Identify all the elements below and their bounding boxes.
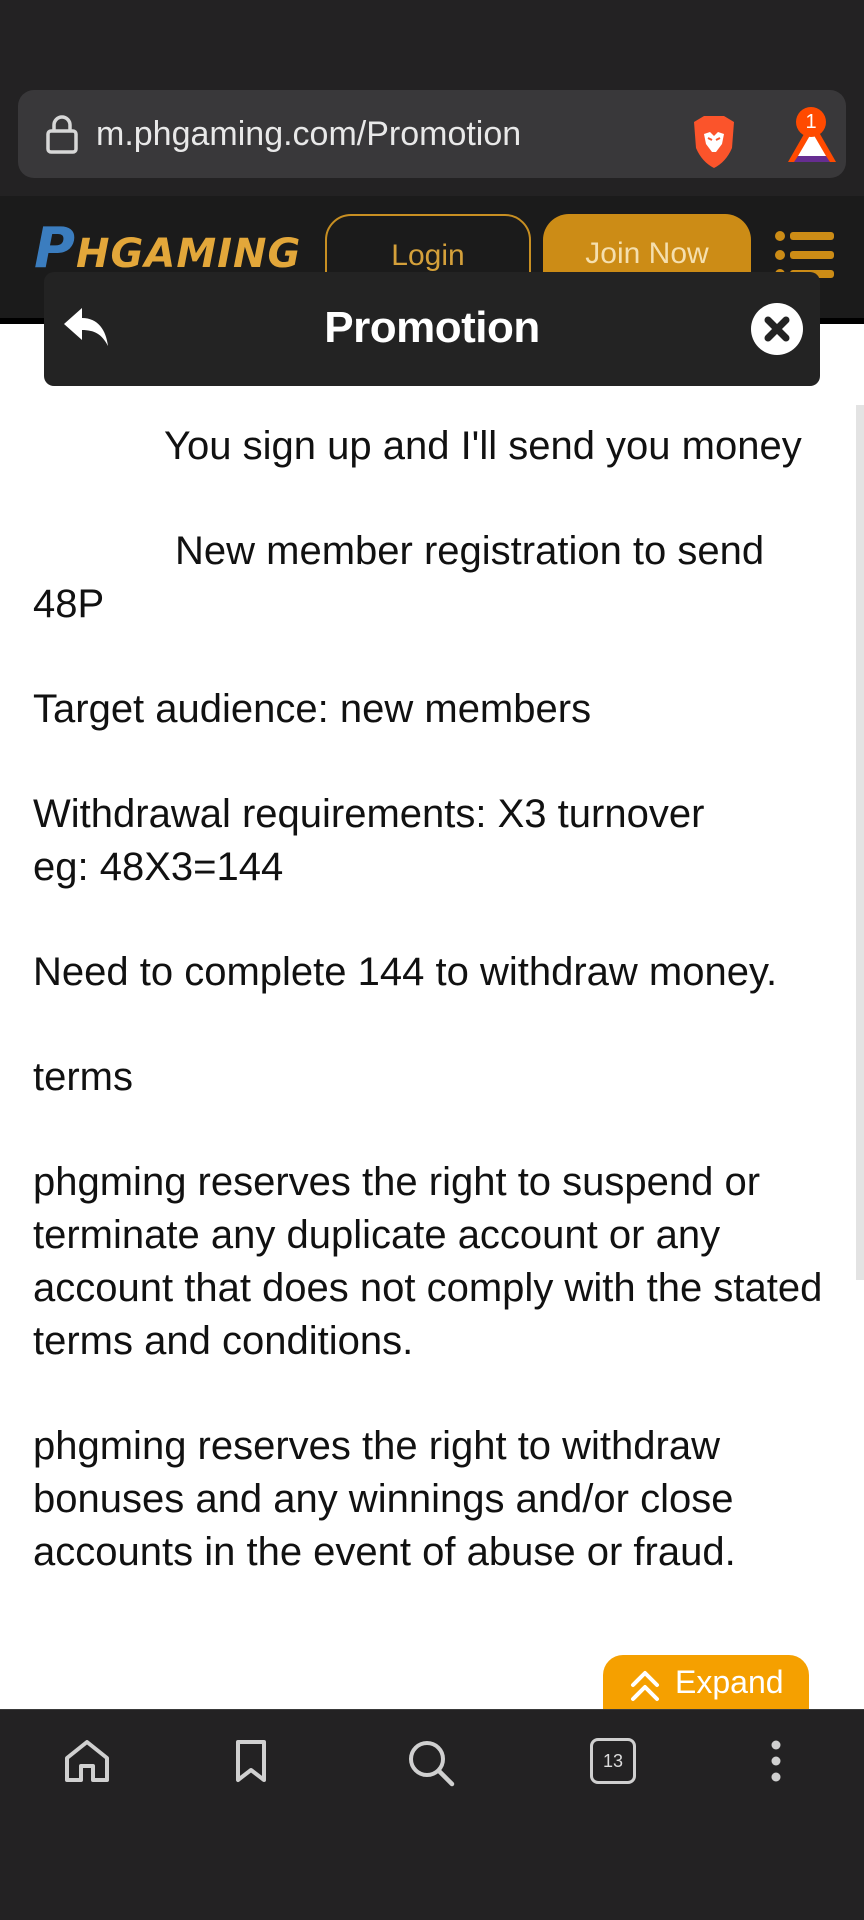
notification-badge: 1 bbox=[796, 107, 826, 137]
complete-requirement: Need to complete 144 to withdraw money. bbox=[33, 950, 778, 994]
terms-paragraph-1: phgming reserves the right to suspend or… bbox=[33, 1160, 823, 1363]
promotion-modal-header: Promotion bbox=[44, 272, 820, 386]
promotion-content: You sign up and I'll send you money New … bbox=[33, 420, 833, 1631]
home-icon[interactable] bbox=[62, 1738, 118, 1790]
tabs-button[interactable]: 13 bbox=[590, 1738, 646, 1790]
withdrawal-line: Withdrawal requirements: X3 turnover bbox=[33, 792, 705, 836]
brave-shields-icon[interactable] bbox=[688, 114, 740, 175]
modal-title: Promotion bbox=[324, 303, 540, 352]
url-text[interactable]: m.phgaming.com/Promotion bbox=[96, 114, 521, 154]
more-options-icon[interactable] bbox=[764, 1738, 820, 1790]
terms-heading: terms bbox=[33, 1055, 133, 1099]
expand-label: Expand bbox=[675, 1664, 784, 1700]
target-audience: Target audience: new members bbox=[33, 687, 592, 731]
status-bar bbox=[0, 0, 864, 80]
promo-headline: You sign up and I'll send you money bbox=[164, 424, 802, 468]
promo-subheadline: New member registration to send 48P bbox=[33, 529, 765, 626]
expand-button[interactable]: Expand bbox=[603, 1655, 809, 1709]
search-icon[interactable] bbox=[406, 1738, 462, 1790]
browser-toolbar: m.phgaming.com/Promotion bbox=[0, 80, 864, 196]
withdrawal-example: eg: 48X3=144 bbox=[33, 845, 284, 889]
bookmark-icon[interactable] bbox=[232, 1738, 288, 1790]
tab-count: 13 bbox=[590, 1738, 636, 1784]
system-gesture-area bbox=[0, 1816, 864, 1920]
lock-icon[interactable] bbox=[44, 114, 80, 159]
close-icon[interactable] bbox=[750, 302, 804, 361]
withdrawal-requirements: Withdrawal requirements: X3 turnover eg:… bbox=[33, 788, 833, 894]
address-bar[interactable]: m.phgaming.com/Promotion bbox=[18, 90, 846, 178]
scrollbar[interactable] bbox=[856, 405, 864, 1280]
terms-paragraph-2: phgming reserves the right to withdraw b… bbox=[33, 1424, 736, 1574]
browser-bottom-nav: 13 bbox=[0, 1709, 864, 1816]
